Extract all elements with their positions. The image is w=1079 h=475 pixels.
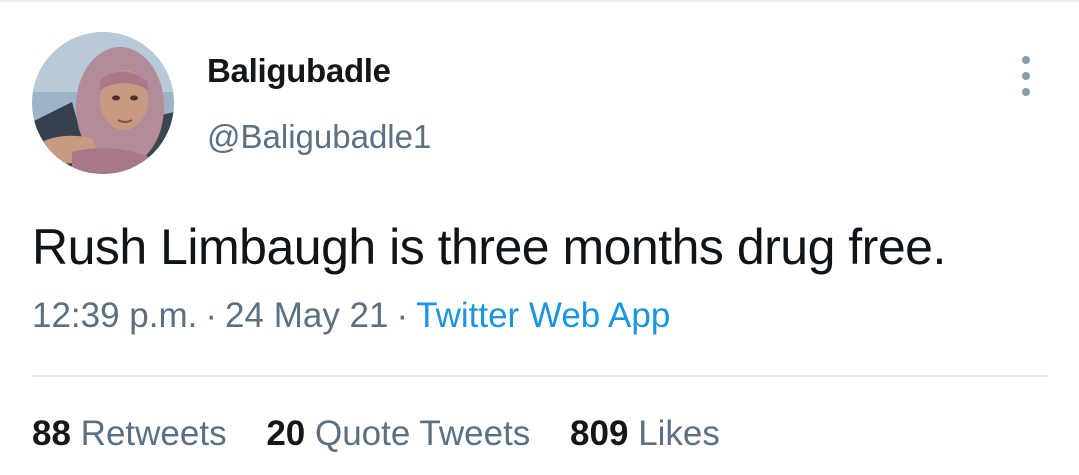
avatar-image — [32, 32, 174, 174]
author-display-name[interactable]: Baligubadle — [207, 52, 391, 90]
retweets-label: Retweets — [80, 414, 227, 453]
author-handle[interactable]: @Baligubadle1 — [207, 118, 431, 156]
likes-stat[interactable]: 809 Likes — [570, 414, 720, 453]
quote-tweets-label: Quote Tweets — [314, 414, 531, 453]
avatar[interactable] — [32, 32, 174, 174]
quote-tweets-count: 20 — [266, 414, 306, 453]
tweet-meta: 12:39 p.m. · 24 May 21 · Twitter Web App — [32, 296, 670, 336]
more-options-button[interactable] — [1010, 56, 1042, 96]
tweet-stats: 88 Retweets 20 Quote Tweets 809 Likes — [32, 414, 750, 454]
retweets-count: 88 — [32, 414, 71, 453]
more-vertical-icon — [1022, 56, 1030, 64]
retweets-stat[interactable]: 88 Retweets — [32, 414, 227, 453]
tweet-time[interactable]: 12:39 p.m. — [32, 296, 197, 335]
divider — [32, 375, 1048, 377]
more-vertical-icon-dot — [1022, 72, 1030, 80]
tweet-text: Rush Limbaugh is three months drug free. — [32, 219, 946, 275]
separator: · — [396, 296, 409, 335]
quote-tweets-stat[interactable]: 20 Quote Tweets — [266, 414, 530, 453]
tweet-source-link[interactable]: Twitter Web App — [416, 296, 670, 335]
likes-label: Likes — [638, 414, 720, 453]
tweet-date[interactable]: 24 May 21 — [225, 296, 388, 335]
more-vertical-icon-dot — [1022, 88, 1030, 96]
separator: · — [205, 296, 218, 335]
likes-count: 809 — [570, 414, 629, 453]
top-border — [0, 0, 1079, 2]
